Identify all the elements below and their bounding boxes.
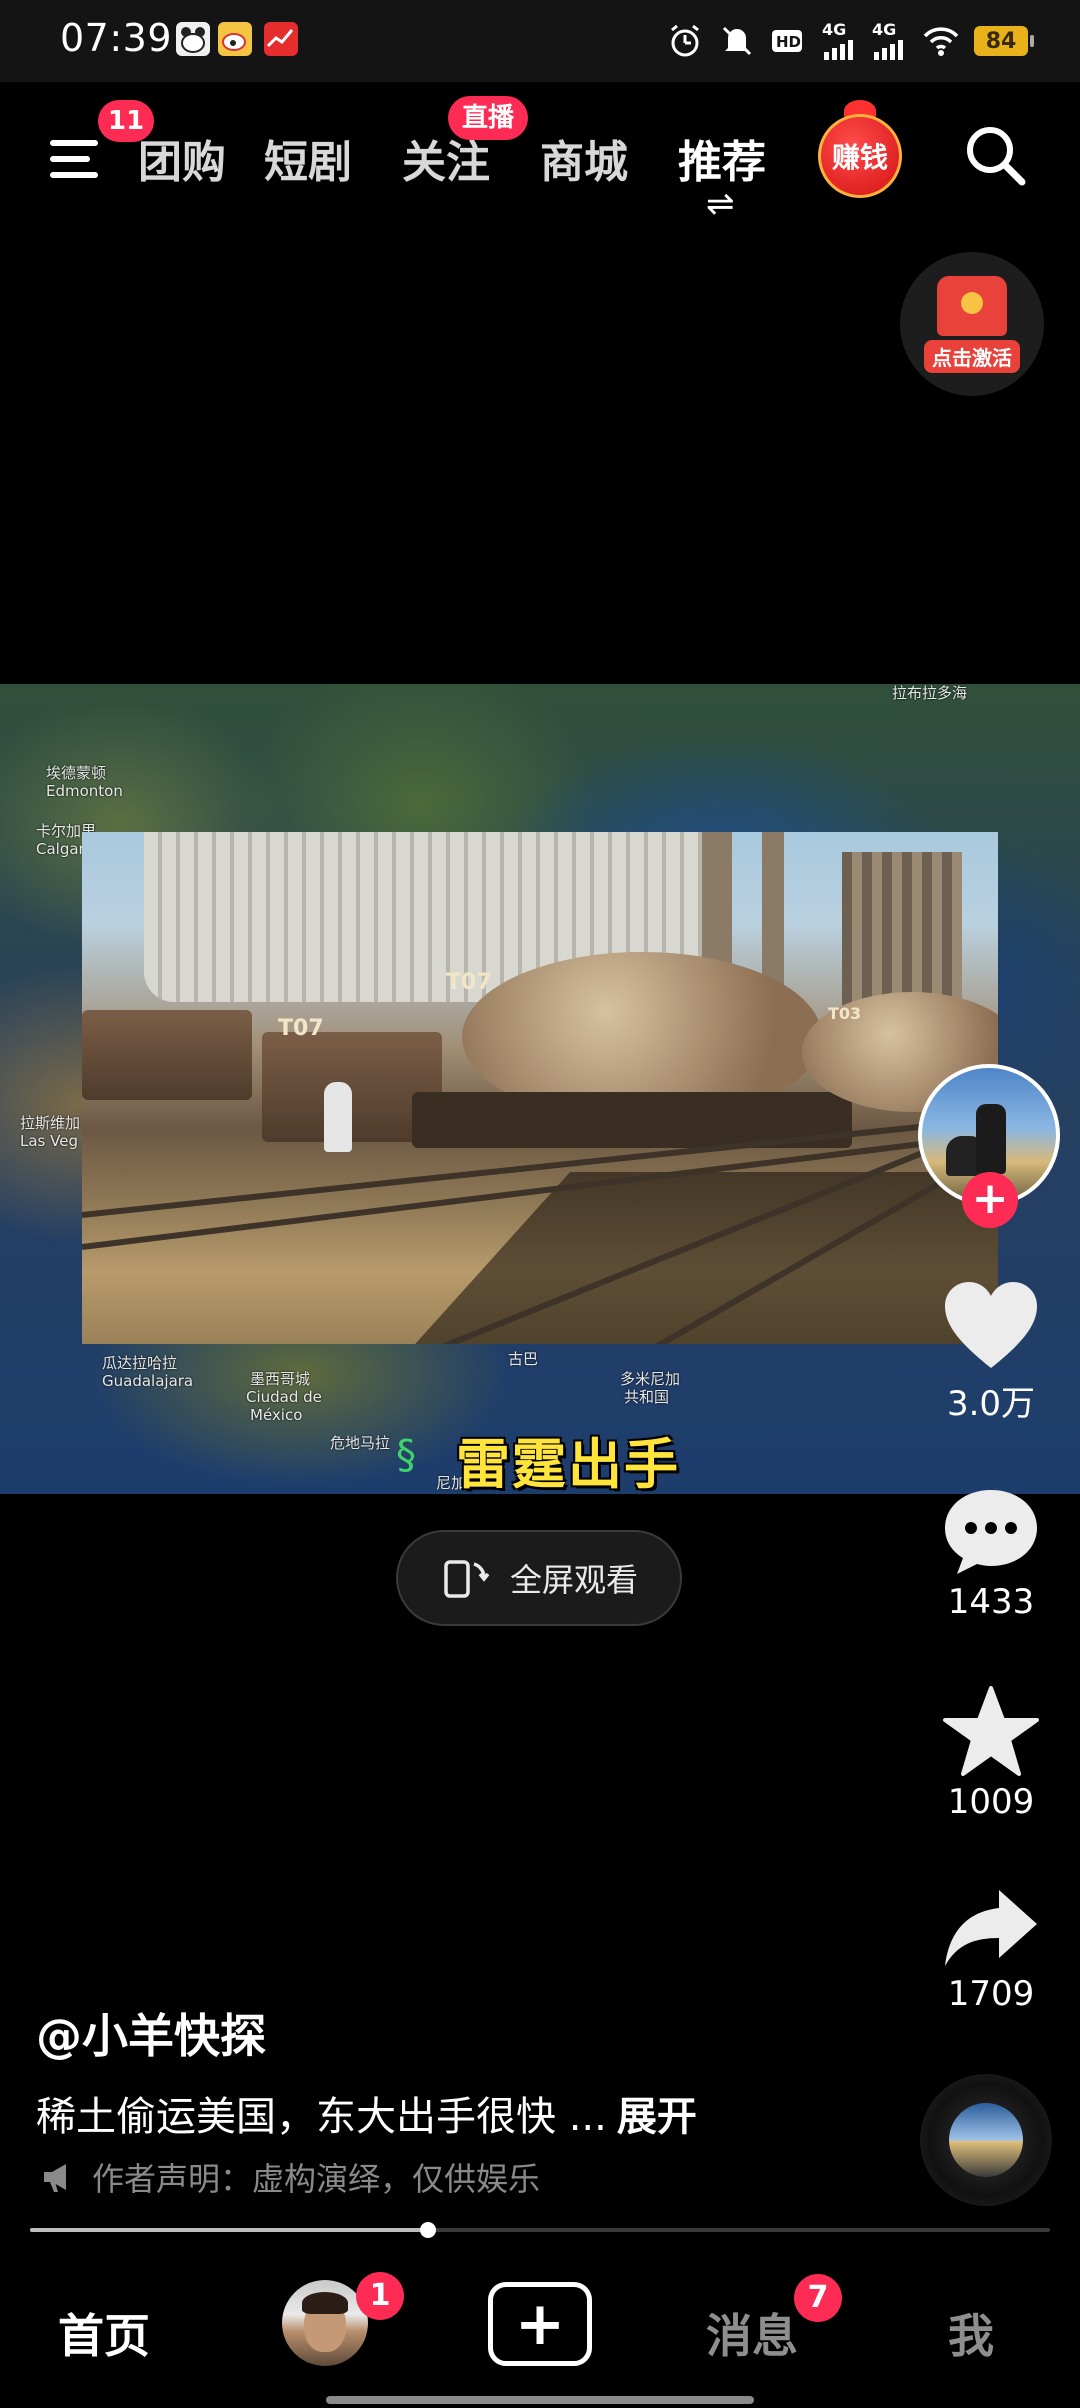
video-caption: 雷霆出手 — [456, 1433, 680, 1494]
share-count: 1709 — [947, 1974, 1035, 2014]
post-description[interactable]: 稀土偷运美国，东大出手很快 ... 展开 — [36, 2084, 697, 2142]
red-envelope-icon — [937, 275, 1007, 336]
weibo-app-icon — [218, 22, 252, 56]
switch-arrows-icon[interactable]: ⇌ — [706, 184, 735, 224]
like-button[interactable]: 3.0万 — [930, 1280, 1052, 1425]
car-label: T07 — [278, 1016, 324, 1041]
map-label: Edmonton — [46, 782, 123, 800]
avatar-figure — [976, 1104, 1006, 1174]
author-disclaimer: 作者声明：虚构演绎，仅供娱乐 — [40, 2154, 540, 2200]
map-label: 瓜达拉哈拉 — [102, 1354, 178, 1372]
map-label: México — [250, 1406, 303, 1424]
create-button[interactable]: + — [488, 2282, 592, 2366]
map-label: 墨西哥城 — [250, 1370, 311, 1388]
nav-messages[interactable]: 消息 — [706, 2300, 798, 2366]
panda-app-icon — [176, 22, 210, 56]
megaphone-icon — [44, 2164, 66, 2192]
home-indicator — [326, 2396, 754, 2404]
progress-fill — [30, 2228, 428, 2232]
signal-icon: 4G — [822, 22, 858, 60]
tab-group-buy[interactable]: 团购 — [138, 126, 226, 190]
map-label: 危地马拉 — [330, 1434, 391, 1452]
share-arrow-icon — [945, 1890, 1037, 1966]
earn-money-label: 赚钱 — [831, 141, 888, 174]
status-icons: HD 4G 4G 84 — [666, 18, 1034, 64]
disclaimer-text: 作者声明：虚构演绎，仅供娱乐 — [92, 2160, 541, 2198]
menu-button[interactable] — [46, 126, 110, 186]
rotate-screen-icon — [444, 1560, 490, 1598]
video-progress-bar[interactable] — [30, 2222, 1050, 2238]
activate-label: 点击激活 — [924, 339, 1020, 373]
map-label: 古巴 — [508, 1350, 539, 1368]
earn-money-button[interactable]: 赚钱 — [818, 114, 902, 198]
video-frame: T07 T07 T03 — [82, 832, 998, 1344]
top-nav: 11 团购 短剧 关注 直播 商城 推荐 ⇌ 赚钱 — [0, 96, 1080, 224]
car-label: T07 — [446, 970, 492, 995]
music-cover — [949, 2103, 1023, 2177]
avatar-hair — [302, 2292, 348, 2314]
map-label: Las Veg — [20, 1132, 78, 1150]
bottom-nav: 首页 1 + 消息 7 我 — [0, 2240, 1080, 2408]
wifi-icon — [923, 27, 959, 56]
video-player[interactable]: 埃德蒙顿 Edmonton 卡尔加里 Calgar 拉斯维加 Las Veg 瓜… — [0, 684, 1080, 1494]
live-badge: 直播 — [448, 96, 529, 140]
friends-badge: 1 — [356, 2272, 404, 2320]
fullscreen-button[interactable]: 全屏观看 — [396, 1530, 682, 1626]
car-label: T03 — [828, 1004, 862, 1023]
author-name[interactable]: @小羊快探 — [36, 2000, 266, 2066]
favorite-count: 1009 — [947, 1782, 1035, 1822]
signal-icon: 4G — [872, 22, 908, 60]
activate-widget[interactable]: 点击激活 — [900, 252, 1044, 396]
status-bar: 07:39 HD 4G 4G 84 — [0, 0, 1080, 82]
map-label: 共和国 — [624, 1388, 670, 1406]
share-button[interactable]: 1709 — [930, 1886, 1052, 2014]
nav-me[interactable]: 我 — [948, 2300, 994, 2366]
snake-icon: § — [396, 1432, 416, 1478]
expand-button[interactable]: 展开 — [617, 2094, 697, 2140]
status-time: 07:39 — [60, 16, 173, 60]
nav-home[interactable]: 首页 — [58, 2300, 150, 2366]
worker-figure — [324, 1082, 352, 1152]
tab-recommend[interactable]: 推荐 — [678, 126, 766, 190]
map-label: 拉斯维加 — [20, 1114, 81, 1132]
map-label: Calgar — [36, 840, 85, 858]
mute-icon — [722, 26, 752, 56]
comment-icon — [945, 1490, 1037, 1574]
map-label: 拉布拉多海 — [892, 684, 968, 702]
map-label: Guadalajara — [102, 1372, 194, 1390]
hd-icon: HD — [772, 30, 802, 52]
alarm-icon — [671, 24, 699, 57]
map-label: 埃德蒙顿 — [46, 764, 107, 782]
svg-text:HD: HD — [776, 33, 801, 51]
map-label: Ciudad de — [246, 1388, 322, 1406]
music-disc[interactable] — [920, 2074, 1052, 2206]
plant-tower — [842, 852, 962, 1012]
tab-short-drama[interactable]: 短剧 — [264, 126, 352, 190]
star-icon — [943, 1686, 1039, 1776]
messages-badge: 7 — [794, 2274, 842, 2322]
search-icon[interactable] — [960, 120, 1030, 190]
follow-button[interactable]: + — [962, 1172, 1018, 1228]
progress-handle[interactable] — [419, 2222, 436, 2238]
stock-app-icon — [264, 22, 298, 56]
like-count: 3.0万 — [946, 1384, 1036, 1424]
comment-button[interactable]: 1433 — [930, 1486, 1052, 1622]
map-label: 多米尼加 — [620, 1370, 681, 1388]
battery-icon: 84 — [974, 26, 1034, 56]
fullscreen-label: 全屏观看 — [509, 1561, 638, 1599]
tab-mall[interactable]: 商城 — [540, 126, 628, 190]
favorite-button[interactable]: 1009 — [930, 1686, 1052, 1822]
rail-car — [82, 1010, 252, 1100]
heart-icon — [945, 1282, 1037, 1368]
description-text: 稀土偷运美国，东大出手很快 ... — [36, 2094, 607, 2140]
comment-count: 1433 — [947, 1582, 1035, 1622]
